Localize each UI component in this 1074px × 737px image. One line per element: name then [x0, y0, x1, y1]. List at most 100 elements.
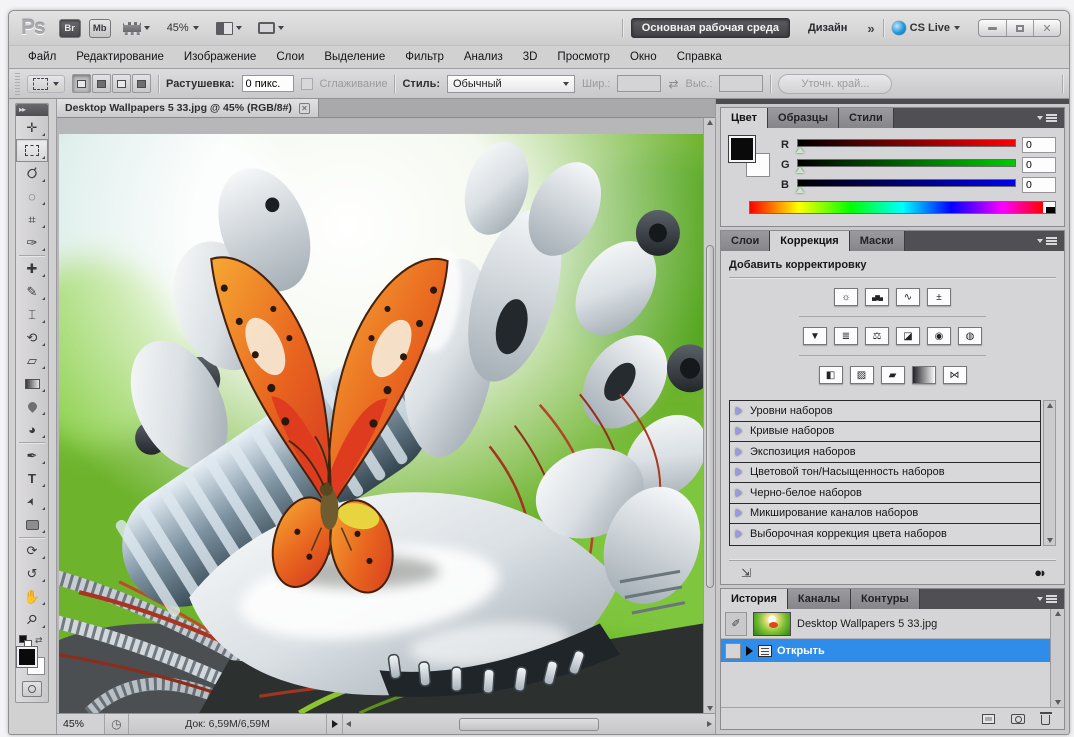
scroll-up-icon[interactable] — [1047, 403, 1053, 408]
add-to-selection-button[interactable] — [92, 74, 111, 93]
gradient-map-button[interactable] — [912, 366, 936, 384]
eraser-tool[interactable]: ▱ — [16, 349, 48, 372]
menu-layers[interactable]: Слои — [267, 48, 313, 66]
color-balance-button[interactable]: ⚖ — [865, 327, 889, 345]
switch-panel-view-icon[interactable]: ⇲ — [741, 566, 751, 580]
rectangular-marquee-tool[interactable] — [16, 139, 48, 162]
preset-black-white[interactable]: Черно-белое наборов — [730, 483, 1040, 504]
horizontal-scrollbar[interactable] — [343, 714, 715, 734]
minimize-button[interactable] — [979, 20, 1006, 36]
tab-channels[interactable]: Каналы — [788, 589, 851, 609]
preset-curves[interactable]: Кривые наборов — [730, 422, 1040, 443]
status-flyout-button[interactable] — [327, 714, 343, 734]
zoom-level-dropdown[interactable]: 45% — [162, 20, 204, 36]
cs-live-button[interactable]: CS Live — [892, 21, 960, 35]
color-spectrum-ramp[interactable] — [749, 201, 1056, 214]
vibrance-button[interactable]: ▼ — [803, 327, 827, 345]
photo-filter-button[interactable]: ◉ — [927, 327, 951, 345]
canvas-image[interactable] — [59, 134, 703, 713]
refine-edge-button[interactable]: Уточн. край... — [778, 74, 892, 94]
panel-menu-button[interactable] — [1030, 108, 1064, 128]
vertical-scrollbar[interactable] — [703, 118, 715, 713]
panel-menu-button[interactable] — [1030, 231, 1064, 251]
green-slider-track[interactable] — [797, 159, 1016, 167]
arrange-documents-button[interactable] — [212, 20, 246, 37]
red-slider-track[interactable] — [797, 139, 1016, 147]
crop-tool[interactable]: ⌗ — [16, 208, 48, 231]
restore-button[interactable] — [1006, 20, 1033, 36]
scroll-down-icon[interactable] — [707, 706, 713, 711]
scroll-left-icon[interactable] — [346, 721, 351, 727]
launch-bridge-button[interactable]: Br — [59, 19, 81, 38]
channel-mixer-button[interactable]: ◍ — [958, 327, 982, 345]
gradient-tool[interactable] — [16, 372, 48, 395]
workspace-button-essentials[interactable]: Основная рабочая среда — [631, 18, 790, 38]
swap-width-height-icon[interactable]: ⇄ — [668, 77, 678, 91]
quick-mask-button[interactable] — [22, 681, 42, 697]
feather-input[interactable] — [242, 75, 294, 92]
scroll-right-icon[interactable] — [707, 721, 712, 727]
history-state-checkbox[interactable] — [725, 643, 741, 659]
foreground-color-swatch[interactable] — [729, 136, 755, 162]
type-tool[interactable]: T — [16, 467, 48, 490]
tab-history[interactable]: История — [721, 589, 788, 609]
selective-color-button[interactable]: ⋈ — [943, 366, 967, 384]
blue-slider-thumb[interactable] — [796, 187, 804, 193]
eyedropper-tool[interactable]: ✑ — [16, 231, 48, 254]
foreground-color-swatch[interactable] — [17, 647, 37, 667]
toolbar-collapse-button[interactable]: ▸▸ — [16, 104, 48, 116]
preset-exposure[interactable]: Экспозиция наборов — [730, 442, 1040, 463]
title-bar[interactable]: Ps Br Mb 45% Основная рабочая среда Диза… — [9, 11, 1069, 45]
scroll-up-icon[interactable] — [1055, 611, 1061, 616]
scroll-down-icon[interactable] — [1055, 700, 1061, 705]
black-white-button[interactable]: ◪ — [896, 327, 920, 345]
history-scrollbar[interactable] — [1051, 609, 1064, 707]
menu-select[interactable]: Выделение — [315, 48, 394, 66]
tab-color[interactable]: Цвет — [721, 108, 768, 128]
3d-rotate-tool[interactable]: ⟳ — [16, 539, 48, 562]
hand-tool[interactable]: ✋ — [16, 585, 48, 608]
dodge-tool[interactable]: ◕ — [16, 418, 48, 441]
style-select[interactable]: Обычный — [447, 75, 575, 93]
workspace-overflow-button[interactable]: » — [865, 21, 874, 36]
tab-paths[interactable]: Контуры — [851, 589, 920, 609]
view-extras-button[interactable] — [119, 20, 154, 37]
green-slider[interactable] — [797, 158, 1016, 172]
history-brush-tool[interactable]: ⟲ — [16, 326, 48, 349]
expander-icon[interactable] — [736, 448, 742, 456]
launch-mini-bridge-button[interactable]: Mb — [89, 19, 111, 38]
hue-saturation-button[interactable]: ≣ — [834, 327, 858, 345]
lasso-tool[interactable]: Ϙ — [16, 162, 48, 185]
menu-window[interactable]: Окно — [621, 48, 666, 66]
shape-tool[interactable] — [16, 513, 48, 536]
clone-stamp-tool[interactable]: ⌶ — [16, 303, 48, 326]
preset-hue-saturation[interactable]: Цветовой тон/Насыщенность наборов — [730, 463, 1040, 484]
width-input[interactable] — [617, 75, 661, 92]
menu-image[interactable]: Изображение — [175, 48, 265, 66]
preset-selective-color[interactable]: Выборочная коррекция цвета наборов — [730, 524, 1040, 545]
brush-tool[interactable]: ✎ — [16, 280, 48, 303]
red-slider-thumb[interactable] — [796, 147, 804, 153]
menu-edit[interactable]: Редактирование — [67, 48, 173, 66]
dock-header[interactable] — [716, 99, 1069, 104]
new-snapshot-icon[interactable] — [1011, 714, 1025, 724]
expander-icon[interactable] — [736, 489, 742, 497]
snapshot-thumbnail[interactable] — [753, 612, 791, 636]
red-value-input[interactable] — [1022, 137, 1056, 153]
green-value-input[interactable] — [1022, 157, 1056, 173]
blue-value-input[interactable] — [1022, 177, 1056, 193]
tab-styles[interactable]: Стили — [839, 108, 894, 128]
menu-filter[interactable]: Фильтр — [396, 48, 453, 66]
move-tool[interactable]: ✛ — [16, 116, 48, 139]
green-slider-thumb[interactable] — [796, 167, 804, 173]
tab-adjustments[interactable]: Коррекция — [770, 231, 849, 251]
menu-file[interactable]: Файл — [19, 48, 65, 66]
height-input[interactable] — [719, 75, 763, 92]
vertical-scroll-thumb[interactable] — [706, 245, 714, 588]
screen-mode-button[interactable] — [254, 20, 288, 36]
3d-orbit-tool[interactable]: ↺ — [16, 562, 48, 585]
expander-icon[interactable] — [736, 530, 742, 538]
new-selection-button[interactable] — [72, 74, 91, 93]
scroll-up-icon[interactable] — [707, 120, 713, 125]
path-selection-tool[interactable]: ➤ — [16, 490, 48, 513]
